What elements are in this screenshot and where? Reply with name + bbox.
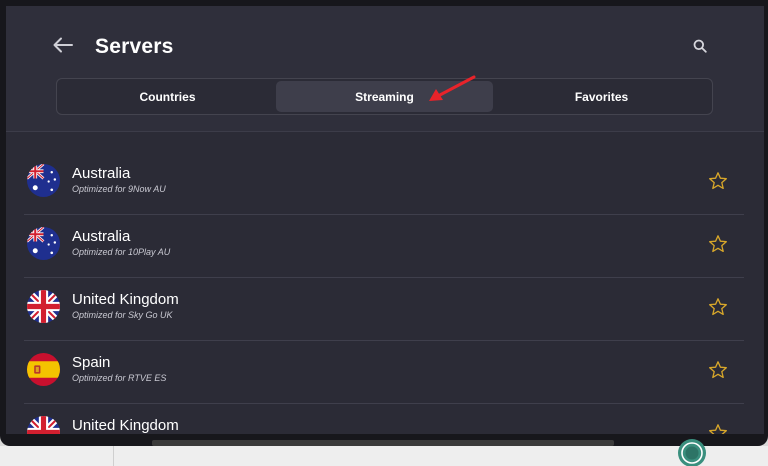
server-subtitle: Optimized for 10Play AU xyxy=(72,247,171,257)
assistant-button[interactable] xyxy=(673,436,710,466)
australia-flag-icon xyxy=(27,164,60,197)
device-frame: Servers Countries Streaming Favorites Au… xyxy=(0,0,768,446)
list-item[interactable]: Australia Optimized for 10Play AU xyxy=(24,215,744,278)
search-button[interactable] xyxy=(690,36,710,56)
server-country: Spain xyxy=(72,354,111,371)
tab-bar: Countries Streaming Favorites xyxy=(56,78,713,115)
star-icon[interactable] xyxy=(708,360,728,380)
server-subtitle: Optimized for RTVE ES xyxy=(72,373,167,383)
tab-favorites[interactable]: Favorites xyxy=(493,81,710,112)
list-item[interactable]: Spain Optimized for RTVE ES xyxy=(24,341,744,404)
star-icon[interactable] xyxy=(708,297,728,317)
assistant-circle-icon xyxy=(677,439,706,466)
server-country: United Kingdom xyxy=(72,417,179,434)
arrow-left-icon xyxy=(53,37,73,53)
server-subtitle: Optimized for 9Now AU xyxy=(72,184,166,194)
list-item[interactable]: Australia Optimized for 9Now AU xyxy=(24,152,744,215)
list-item[interactable]: United Kingdom Optimized for Sky Go UK xyxy=(24,278,744,341)
uk-flag-icon xyxy=(27,290,60,323)
bar-divider xyxy=(113,446,114,466)
system-bottom-bar xyxy=(0,446,768,466)
star-icon[interactable] xyxy=(708,171,728,191)
list-item[interactable]: United Kingdom xyxy=(24,404,744,434)
uk-flag-icon xyxy=(27,416,60,434)
star-icon[interactable] xyxy=(708,234,728,254)
annotation-arrow-icon xyxy=(429,75,476,101)
server-country: United Kingdom xyxy=(72,291,179,308)
header: Servers Countries Streaming Favorites xyxy=(6,6,764,132)
app-screen: Servers Countries Streaming Favorites Au… xyxy=(6,6,764,434)
server-list: Australia Optimized for 9Now AU Australi… xyxy=(24,152,744,434)
page-title: Servers xyxy=(95,35,174,58)
server-country: Australia xyxy=(72,228,131,245)
server-country: Australia xyxy=(72,165,131,182)
spain-flag-icon xyxy=(27,353,60,386)
back-button[interactable] xyxy=(50,32,76,58)
australia-flag-icon xyxy=(27,227,60,260)
tab-countries[interactable]: Countries xyxy=(59,81,276,112)
star-icon[interactable] xyxy=(708,423,728,434)
server-subtitle: Optimized for Sky Go UK xyxy=(72,310,173,320)
home-indicator[interactable] xyxy=(152,440,614,446)
search-icon xyxy=(693,39,707,53)
